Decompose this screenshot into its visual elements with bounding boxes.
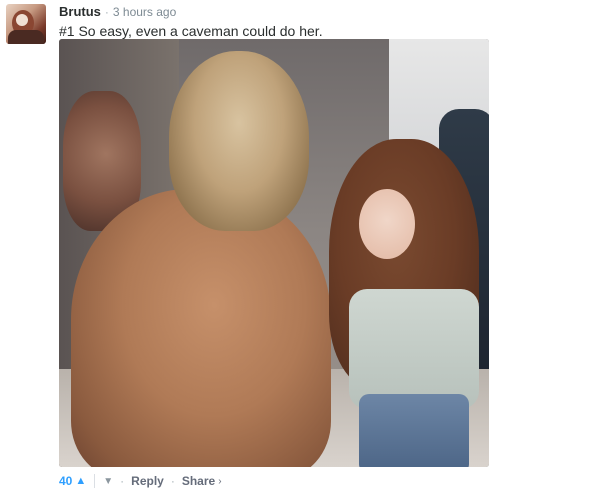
chevron-up-icon[interactable]: ▲ xyxy=(75,475,86,487)
chevron-right-icon: › xyxy=(218,475,222,487)
photo-figure xyxy=(359,189,415,259)
separator-dot: · xyxy=(120,474,125,488)
avatar-shape xyxy=(8,30,44,44)
chevron-down-icon[interactable]: ▼ xyxy=(103,476,113,487)
author-name[interactable]: Brutus xyxy=(59,4,101,19)
reply-button[interactable]: Reply xyxy=(131,474,164,488)
upvote-count: 40 xyxy=(59,474,73,488)
avatar-shape xyxy=(16,14,28,26)
photo-figure xyxy=(169,51,309,231)
timestamp[interactable]: 3 hours ago xyxy=(113,5,176,19)
avatar[interactable] xyxy=(6,4,46,44)
photo-figure xyxy=(71,189,331,467)
share-button[interactable]: Share xyxy=(182,474,215,488)
comment-footer: 40 ▲ ▼ · Reply · Share › xyxy=(59,473,222,489)
comment-image[interactable] xyxy=(59,39,489,467)
separator-dot: · xyxy=(104,5,109,19)
comment-text: #1 So easy, even a caveman could do her. xyxy=(59,23,323,39)
photo-figure xyxy=(359,394,469,467)
vote-divider xyxy=(94,474,96,488)
separator-dot: · xyxy=(170,474,175,488)
comment-header: Brutus · 3 hours ago xyxy=(59,4,176,20)
photo-figure xyxy=(349,289,479,409)
